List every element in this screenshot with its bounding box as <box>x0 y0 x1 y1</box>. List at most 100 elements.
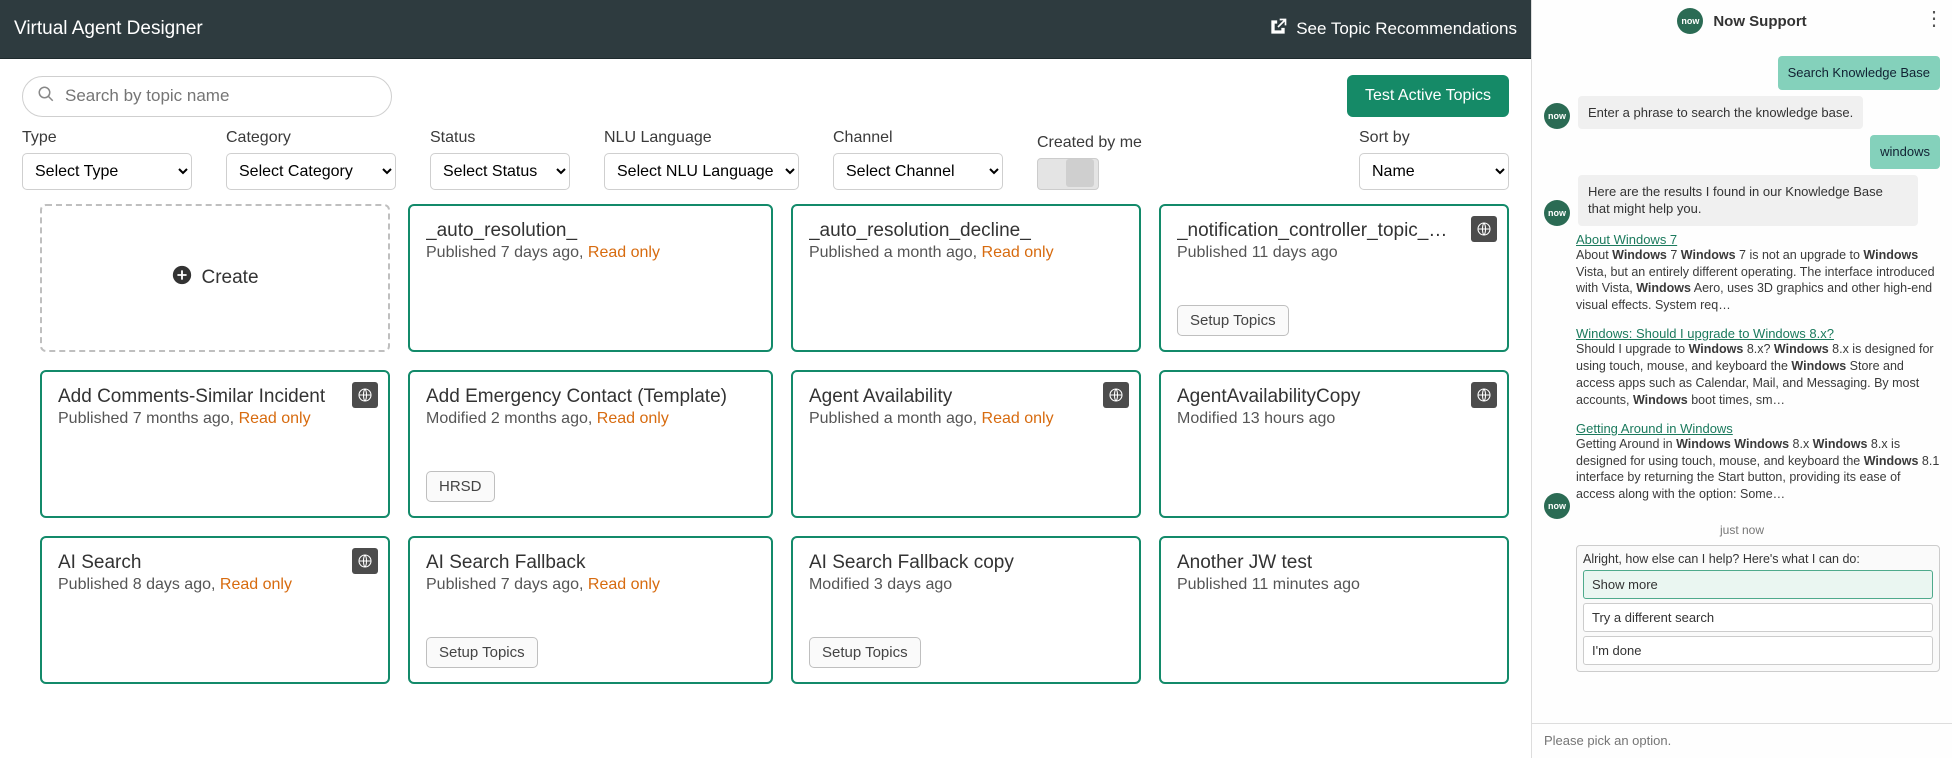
bot-message: Enter a phrase to search the knowledge b… <box>1578 96 1863 130</box>
topic-subtitle: Published 7 days ago, Read only <box>426 244 755 262</box>
create-topic-card[interactable]: Create <box>40 204 390 352</box>
topic-subtitle: Modified 3 days ago <box>809 576 1123 594</box>
globe-icon <box>1471 216 1497 242</box>
topic-title: AI Search Fallback copy <box>809 552 1095 574</box>
filters-row: Type Select Type Category Select Categor… <box>0 125 1531 196</box>
kb-result-item: Getting Around in WindowsGetting Around … <box>1576 421 1940 504</box>
read-only-label: Read only <box>220 576 292 593</box>
topic-card[interactable]: Add Comments-Similar Incident Published 7… <box>40 370 390 518</box>
filter-nlu-select[interactable]: Select NLU Language <box>604 153 799 190</box>
topic-title: Add Emergency Contact (Template) <box>426 386 727 408</box>
read-only-label: Read only <box>239 410 311 427</box>
topic-subtitle: Published 11 days ago <box>1177 244 1491 262</box>
topic-title: Agent Availability <box>809 386 1095 408</box>
chat-body: Search Knowledge Base now Enter a phrase… <box>1532 42 1952 723</box>
filter-nlu-label: NLU Language <box>604 129 799 147</box>
filter-channel-select[interactable]: Select Channel <box>833 153 1003 190</box>
topic-search[interactable] <box>22 76 392 117</box>
topic-title: Add Comments-Similar Incident <box>58 386 344 408</box>
kb-result-link[interactable]: About Windows 7 <box>1576 232 1677 247</box>
topic-subtitle: Published 7 months ago, Read only <box>58 410 372 428</box>
bot-avatar-icon: now <box>1544 103 1570 129</box>
bot-avatar-icon: now <box>1544 493 1570 519</box>
app-title: Virtual Agent Designer <box>14 18 203 40</box>
see-reco-label: See Topic Recommendations <box>1296 19 1517 39</box>
followup-option[interactable]: I'm done <box>1583 636 1933 665</box>
topic-title: _notification_controller_topic_… <box>1177 220 1463 242</box>
topic-tag[interactable]: Setup Topics <box>809 637 921 668</box>
topic-title: AgentAvailabilityCopy <box>1177 386 1463 408</box>
topic-tag[interactable]: Setup Topics <box>1177 305 1289 336</box>
chat-menu-icon[interactable]: ⋮ <box>1924 6 1944 31</box>
topic-card[interactable]: _auto_resolution_decline_ Published a mon… <box>791 204 1141 352</box>
globe-icon <box>1471 382 1497 408</box>
filter-type-select[interactable]: Select Type <box>22 153 192 190</box>
topic-subtitle: Modified 2 months ago, Read only <box>426 410 755 428</box>
kb-result-item: Windows: Should I upgrade to Windows 8.x… <box>1576 326 1940 409</box>
topic-subtitle: Published 8 days ago, Read only <box>58 576 372 594</box>
filter-channel-label: Channel <box>833 129 1003 147</box>
filter-status-select[interactable]: Select Status <box>430 153 570 190</box>
test-active-topics-button[interactable]: Test Active Topics <box>1347 75 1509 117</box>
kb-result-link[interactable]: Getting Around in Windows <box>1576 421 1733 436</box>
see-topic-recommendations-link[interactable]: See Topic Recommendations <box>1268 17 1517 42</box>
external-link-icon <box>1268 17 1288 42</box>
kb-result-link[interactable]: Windows: Should I upgrade to Windows 8.x… <box>1576 326 1834 341</box>
bot-avatar-icon: now <box>1544 200 1570 226</box>
followup-question: Alright, how else can I help? Here's wha… <box>1583 552 1933 566</box>
chat-panel: now Now Support ⋮ Search Knowledge Base … <box>1531 0 1952 758</box>
create-label: Create <box>201 267 258 289</box>
sort-by-select[interactable]: Name <box>1359 153 1509 190</box>
search-input[interactable] <box>63 85 377 107</box>
filter-type-label: Type <box>22 129 192 147</box>
filter-status-label: Status <box>430 129 570 147</box>
chat-title: Now Support <box>1713 13 1806 30</box>
topic-card[interactable]: AI Search Fallback Published 7 days ago, … <box>408 536 773 684</box>
read-only-label: Read only <box>588 244 660 261</box>
created-by-me-toggle[interactable] <box>1037 158 1099 190</box>
user-message: windows <box>1870 135 1940 169</box>
app-header: Virtual Agent Designer See Topic Recomme… <box>0 0 1531 59</box>
topic-title: Another JW test <box>1177 552 1463 574</box>
topic-card[interactable]: Agent Availability Published a month ago,… <box>791 370 1141 518</box>
filter-created-by-me-label: Created by me <box>1037 134 1142 152</box>
topic-card[interactable]: Another JW test Published 11 minutes ago <box>1159 536 1509 684</box>
topic-title: AI Search Fallback <box>426 552 727 574</box>
topic-tag[interactable]: HRSD <box>426 471 495 502</box>
filter-category-select[interactable]: Select Category <box>226 153 396 190</box>
topic-subtitle: Modified 13 hours ago <box>1177 410 1491 428</box>
user-message: Search Knowledge Base <box>1778 56 1940 90</box>
filter-category-label: Category <box>226 129 396 147</box>
topic-subtitle: Published a month ago, Read only <box>809 410 1123 428</box>
topic-subtitle: Published 7 days ago, Read only <box>426 576 755 594</box>
chat-input[interactable] <box>1542 732 1946 749</box>
topic-title: _auto_resolution_decline_ <box>809 220 1095 242</box>
read-only-label: Read only <box>588 576 660 593</box>
topic-card[interactable]: AgentAvailabilityCopy Modified 13 hours a… <box>1159 370 1509 518</box>
topic-card[interactable]: AI Search Published 8 days ago, Read only <box>40 536 390 684</box>
topic-card[interactable]: AI Search Fallback copy Modified 3 days a… <box>791 536 1141 684</box>
topic-title: _auto_resolution_ <box>426 220 727 242</box>
topic-subtitle: Published a month ago, Read only <box>809 244 1123 262</box>
topic-card[interactable]: _auto_resolution_ Published 7 days ago, R… <box>408 204 773 352</box>
globe-icon <box>352 548 378 574</box>
followup-options: Alright, how else can I help? Here's wha… <box>1576 545 1940 672</box>
followup-option[interactable]: Try a different search <box>1583 603 1933 632</box>
sort-by-label: Sort by <box>1359 129 1509 147</box>
kb-result-item: About Windows 7About Windows 7 Windows 7… <box>1576 232 1940 315</box>
chat-header: now Now Support ⋮ <box>1532 0 1952 42</box>
followup-option[interactable]: Show more <box>1583 570 1933 599</box>
topic-card[interactable]: _notification_controller_topic_… Publishe… <box>1159 204 1509 352</box>
topic-card[interactable]: Add Emergency Contact (Template) Modified… <box>408 370 773 518</box>
now-logo-icon: now <box>1677 8 1703 34</box>
plus-circle-icon <box>171 264 193 292</box>
topic-tag[interactable]: Setup Topics <box>426 637 538 668</box>
topic-title: AI Search <box>58 552 344 574</box>
read-only-label: Read only <box>597 410 669 427</box>
kb-result-snippet: About Windows 7 Windows 7 is not an upgr… <box>1576 247 1940 315</box>
globe-icon <box>352 382 378 408</box>
search-icon <box>37 85 63 108</box>
topic-subtitle: Published 11 minutes ago <box>1177 576 1491 594</box>
topics-grid: Create _auto_resolution_ Published 7 days… <box>0 196 1531 704</box>
kb-results: About Windows 7About Windows 7 Windows 7… <box>1576 232 1940 504</box>
